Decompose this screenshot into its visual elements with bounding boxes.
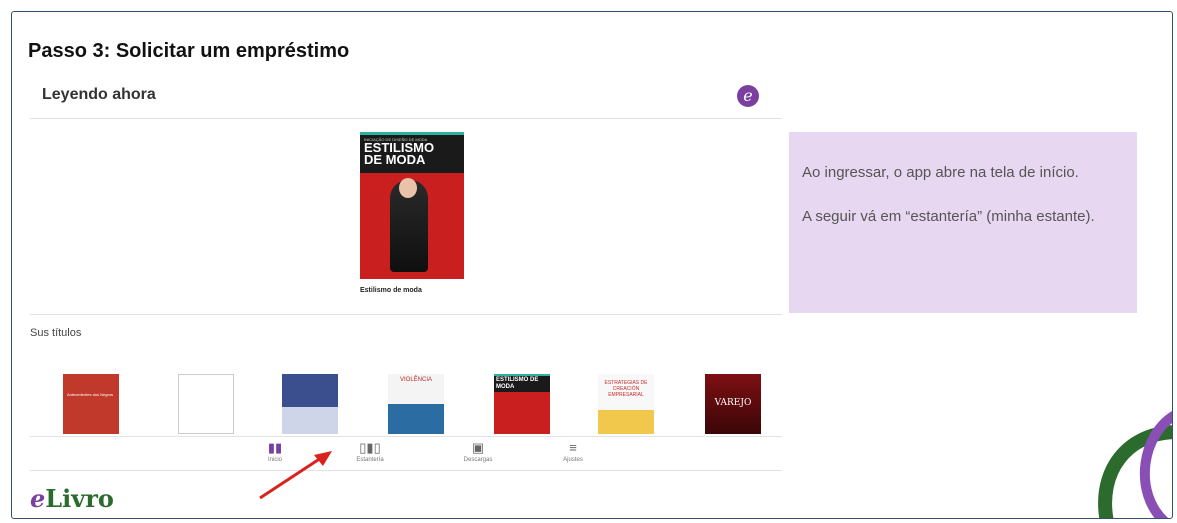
featured-book-caption: Estilismo de moda — [360, 287, 422, 294]
divider — [30, 470, 782, 471]
section-label: Sus títulos — [30, 327, 82, 339]
featured-book[interactable]: INICIAÇÃO DE DISEÑO DE MODA ESTILISMO DE… — [360, 132, 464, 294]
instruction-note: Ao ingressar, o app abre na tela de iníc… — [789, 132, 1137, 313]
book-thumbnail[interactable]: Antecedentes dos Negros — [63, 374, 119, 434]
divider — [30, 314, 782, 315]
nav-label: Descargas — [463, 457, 493, 463]
bookshelf-icon: ▯▮▯ — [359, 440, 381, 455]
app-screenshot: Leyendo ahora e INICIAÇÃO DE DISEÑO DE M… — [30, 84, 782, 464]
decorative-rings-icon — [1098, 411, 1172, 518]
sliders-icon: ≡ — [569, 440, 577, 455]
book-thumbnail[interactable]: VAREJO — [705, 374, 761, 434]
elivro-logo: eLivro — [30, 484, 114, 513]
nav-label: Estantería — [356, 457, 384, 463]
nav-item-ajustes[interactable]: ≡ Ajustes — [543, 440, 603, 464]
pointer-arrow-icon — [259, 451, 332, 500]
featured-book-cover[interactable]: INICIAÇÃO DE DISEÑO DE MODA ESTILISMO DE… — [360, 132, 464, 279]
book-thumbnail[interactable]: ESTRATEGIAS DE CREACIÓN EMPRESARIAL — [598, 374, 654, 434]
bottom-nav: ▮▮ Inicio ▯▮▯ Estantería ▣ Descargas ≡ A… — [30, 436, 782, 469]
app-logo-icon[interactable]: e — [737, 85, 759, 107]
book-thumbnail[interactable]: VIOLÊNCIA — [388, 374, 444, 434]
slide-title: Passo 3: Solicitar um empréstimo — [28, 40, 350, 62]
slide-frame: Passo 3: Solicitar um empréstimo Leyendo… — [11, 11, 1173, 519]
download-icon: ▣ — [471, 440, 485, 455]
nav-label: Ajustes — [563, 457, 583, 463]
nav-item-descargas[interactable]: ▣ Descargas — [448, 440, 508, 464]
note-paragraph-1: Ao ingressar, o app abre na tela de iníc… — [802, 164, 1079, 181]
book-thumbnail-broken[interactable] — [178, 374, 234, 434]
app-header-title: Leyendo ahora — [42, 86, 156, 103]
cover-title-line2: DE MODA — [364, 152, 426, 167]
nav-item-estanteria[interactable]: ▯▮▯ Estantería — [340, 440, 400, 464]
cover-face — [399, 178, 417, 198]
book-thumbnail[interactable]: ESTILISMO DE MODA — [494, 374, 550, 434]
book-thumbnail[interactable] — [282, 374, 338, 434]
app-header: Leyendo ahora e — [30, 84, 782, 119]
note-paragraph-2: A seguir vá em “estantería” (minha estan… — [802, 208, 1095, 225]
